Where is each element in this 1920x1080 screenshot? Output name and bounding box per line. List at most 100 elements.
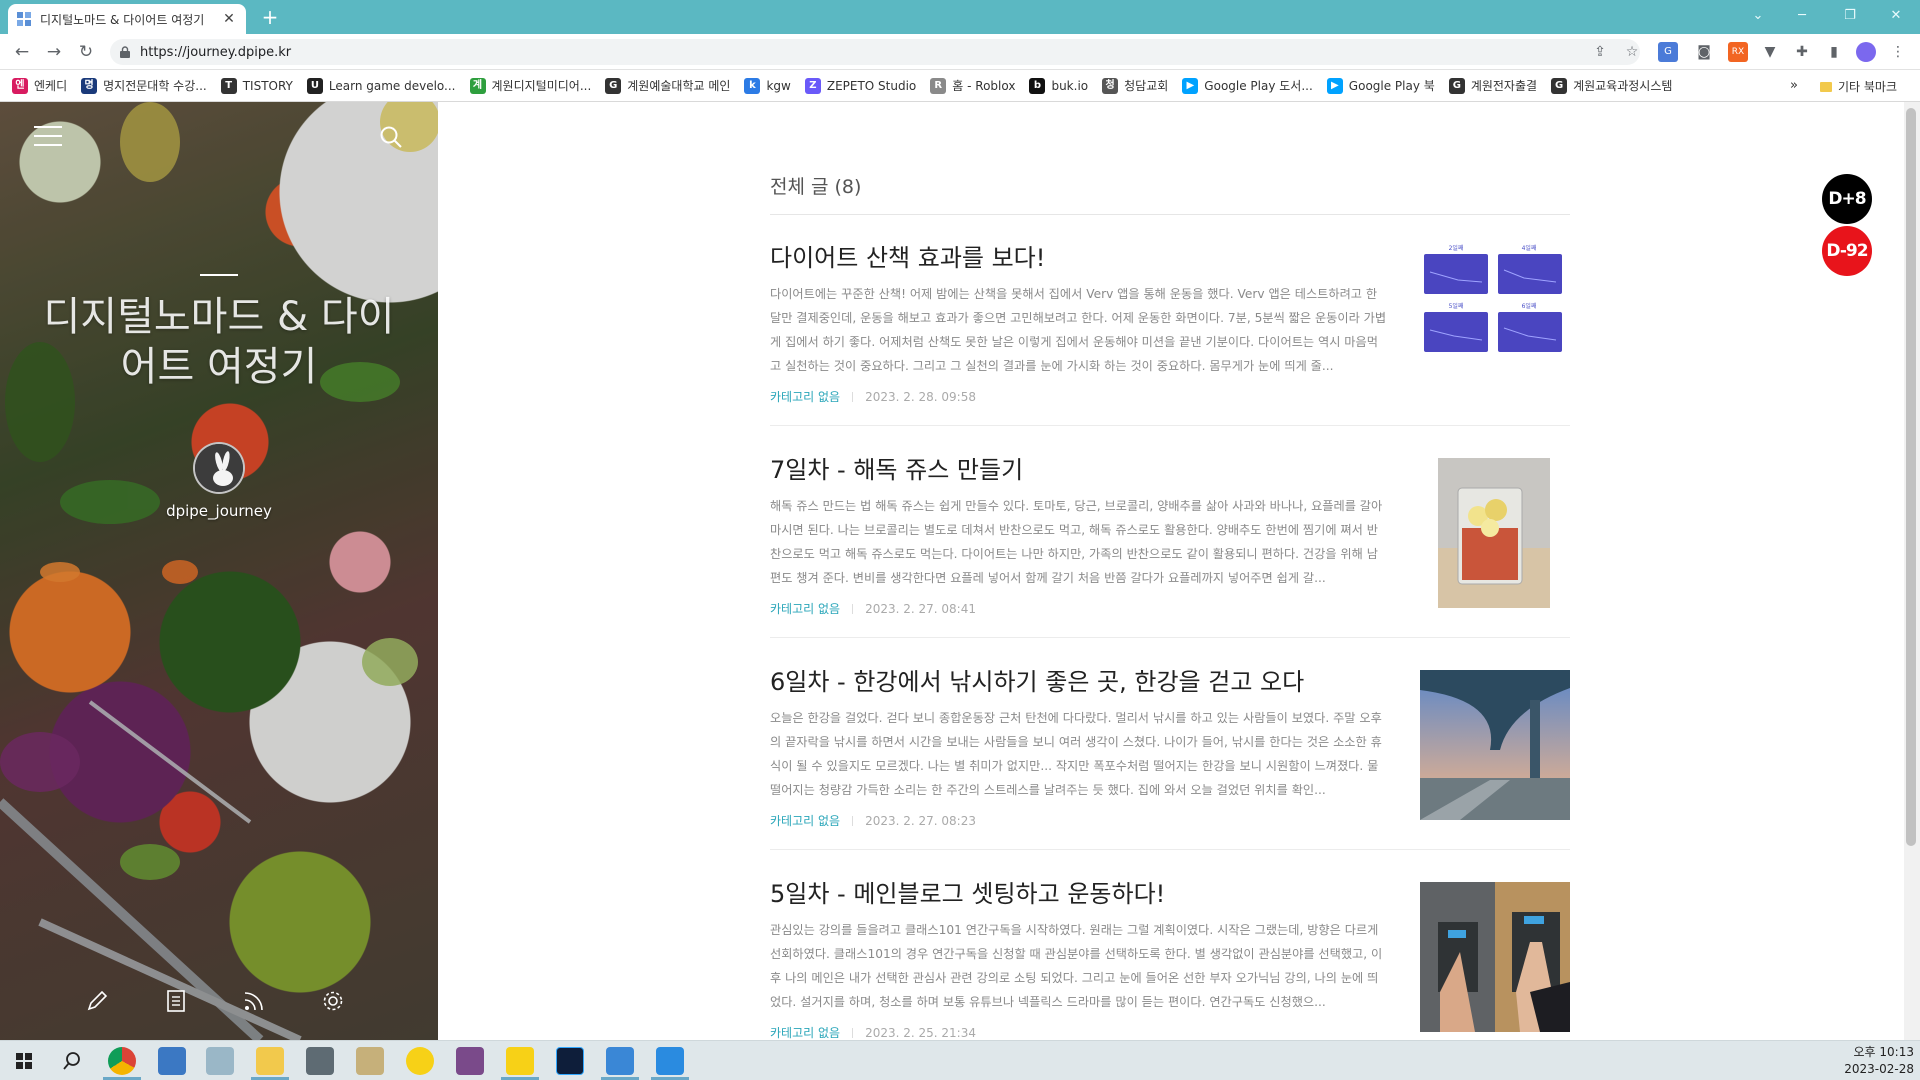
new-tab-button[interactable]: + <box>258 6 282 30</box>
post-category[interactable]: 카테고리 없음 <box>770 1024 840 1040</box>
post-category[interactable]: 카테고리 없음 <box>770 388 840 405</box>
tab-close-icon[interactable]: ✕ <box>220 11 238 27</box>
post-category[interactable]: 카테고리 없음 <box>770 812 840 829</box>
windows-start-icon[interactable] <box>10 1047 38 1075</box>
windows-taskbar: 오후 10:13 2023-02-28 <box>0 1040 1920 1080</box>
kakao-icon[interactable] <box>406 1047 434 1075</box>
post-thumbnail[interactable] <box>1438 458 1550 608</box>
app-icon[interactable] <box>356 1047 384 1075</box>
dday-plus-badge[interactable]: D+8 <box>1822 174 1872 224</box>
url-text: https://journey.dpipe.kr <box>140 44 292 60</box>
other-bookmarks-folder[interactable]: 기타 북마크 <box>1820 78 1897 95</box>
post-title[interactable]: 다이어트 산책 효과를 보다! <box>770 238 1045 273</box>
post-list-header: 전체 글 (8) <box>770 176 862 198</box>
meta-separator <box>852 391 854 402</box>
write-pencil-icon[interactable] <box>84 988 110 1014</box>
bookmark-item[interactable]: 청 청담교회 <box>1102 77 1168 94</box>
post-thumbnail[interactable]: 2일째 4일째 5일째 6일째 <box>1424 242 1570 352</box>
bookmarks-overflow-button[interactable]: » <box>1790 78 1798 93</box>
bookmark-item[interactable]: 계 계원디지털미디어... <box>469 77 591 94</box>
bookmark-item[interactable]: R 홈 - Roblox <box>930 77 1015 94</box>
translate-extension-icon[interactable]: G <box>1658 42 1678 62</box>
photoshop-icon[interactable] <box>556 1047 584 1075</box>
profile-avatar-icon[interactable] <box>1856 42 1876 62</box>
post-item[interactable]: 5일차 - 메인블로그 셋팅하고 운동하다! 관심있는 강의를 들을려고 클래스… <box>770 850 1570 1040</box>
share-icon[interactable]: ⇪ <box>1590 42 1610 62</box>
search-icon[interactable] <box>58 1047 86 1075</box>
tab-search-chevron-icon[interactable]: ⌄ <box>1736 4 1780 28</box>
post-item[interactable]: 7일차 - 해독 쥬스 만들기 해독 쥬스 만드는 법 해독 쥬스는 쉽게 만들… <box>770 426 1570 638</box>
settings-gear-icon[interactable] <box>320 988 346 1014</box>
bookmark-label: 홈 - Roblox <box>952 79 1016 93</box>
minimize-button[interactable]: ─ <box>1780 4 1824 28</box>
system-clock[interactable]: 오후 10:13 2023-02-28 <box>1830 1044 1914 1078</box>
hamburger-menu-icon[interactable] <box>34 126 62 148</box>
photos-icon[interactable] <box>606 1047 634 1075</box>
bookmark-item[interactable]: G 계원교육과정시스템 <box>1551 77 1672 94</box>
outlook-icon[interactable] <box>158 1047 186 1075</box>
browser-tab[interactable]: 디지털노마드 & 다이어트 여정기 ✕ <box>8 4 246 34</box>
bookmark-item[interactable]: 엔 엔케디 <box>12 77 67 94</box>
kebab-menu-icon[interactable]: ⋮ <box>1888 42 1908 62</box>
bookmark-label: buk.io <box>1051 78 1089 93</box>
bookmark-item[interactable]: G 계원예술대학교 메인 <box>605 77 730 94</box>
back-arrow-icon[interactable]: ← <box>10 40 34 64</box>
rx-extension-icon[interactable]: RX <box>1728 42 1748 62</box>
dday-minus-badge[interactable]: D-92 <box>1822 226 1872 276</box>
post-title[interactable]: 5일차 - 메인블로그 셋팅하고 운동하다! <box>770 874 1165 909</box>
bookmark-label: Google Play 북 <box>1348 79 1435 93</box>
scrollbar-thumb[interactable] <box>1906 108 1916 846</box>
restore-button[interactable]: ❐ <box>1828 4 1872 28</box>
bookmark-label: 계원예술대학교 메인 <box>627 79 731 93</box>
thumb-label: 4일째 <box>1522 244 1537 252</box>
kakaotalk-icon[interactable] <box>506 1047 534 1075</box>
rss-feed-icon[interactable] <box>241 988 267 1014</box>
browser-toolbar: ← → ↻ https://journey.dpipe.kr ⇪ ☆ G ◙ R… <box>0 34 1920 70</box>
search-icon[interactable] <box>378 124 404 150</box>
bookmark-label: 청담교회 <box>1124 79 1169 93</box>
bookmark-item[interactable]: 명 명지전문대학 수강... <box>81 77 207 94</box>
chrome-icon[interactable] <box>108 1047 136 1075</box>
post-thumbnail[interactable] <box>1420 670 1570 820</box>
app-icon[interactable] <box>206 1047 234 1075</box>
bookmark-item[interactable]: U Learn game develo... <box>306 77 456 94</box>
bookmark-label: Google Play 도서... <box>1204 79 1313 93</box>
bookmark-label: Learn game develo... <box>328 78 456 93</box>
file-explorer-icon[interactable] <box>256 1047 284 1075</box>
bookmark-item[interactable]: k kgw <box>744 77 791 94</box>
tistory-favicon-icon <box>17 12 31 26</box>
address-bar[interactable]: https://journey.dpipe.kr <box>110 39 1640 65</box>
bookmark-item[interactable]: b buk.io <box>1029 77 1089 94</box>
thumb-label: 6일째 <box>1522 302 1537 310</box>
bookmark-star-icon[interactable]: ☆ <box>1622 42 1642 62</box>
blog-id: dpipe_journey <box>166 502 272 520</box>
side-panel-icon[interactable]: ▮ <box>1824 42 1844 62</box>
post-excerpt: 다이어트에는 꾸준한 산책! 어제 밤에는 산책을 못해서 집에서 Verv 앱… <box>770 287 1387 373</box>
reload-icon[interactable]: ↻ <box>74 40 98 64</box>
bookmark-favicon-icon: T <box>220 77 237 94</box>
vscode-icon[interactable] <box>656 1047 684 1075</box>
post-item[interactable]: 6일차 - 한강에서 낚시하기 좋은 곳, 한강을 걷고 오다 오늘은 한강을 … <box>770 638 1570 850</box>
bookmark-item[interactable]: G 계원전자출결 <box>1448 77 1537 94</box>
bookmark-item[interactable]: ▶ Google Play 도서... <box>1182 77 1313 94</box>
bookmark-item[interactable]: ▶ Google Play 북 <box>1326 77 1435 94</box>
close-window-button[interactable]: ✕ <box>1874 4 1918 28</box>
forward-arrow-icon[interactable]: → <box>42 40 66 64</box>
bookmark-item[interactable]: Z ZEPETO Studio <box>804 77 916 94</box>
post-title[interactable]: 7일차 - 해독 쥬스 만들기 <box>770 450 1023 485</box>
extensions-puzzle-icon[interactable]: ✚ <box>1792 42 1812 62</box>
post-title[interactable]: 6일차 - 한강에서 낚시하기 좋은 곳, 한강을 걷고 오다 <box>770 662 1304 697</box>
bookmark-favicon-icon: Z <box>804 77 821 94</box>
blog-title[interactable]: 디지털노마드 & 다이어트 여정기 <box>30 292 408 392</box>
post-thumbnail[interactable] <box>1420 882 1570 1032</box>
bookmark-item[interactable]: T TISTORY <box>220 77 293 94</box>
clock-time: 오후 10:13 <box>1853 1045 1914 1059</box>
funnel-extension-icon[interactable]: ▼ <box>1760 42 1780 62</box>
camera-extension-icon[interactable]: ◙ <box>1694 42 1714 62</box>
guestbook-icon[interactable] <box>163 988 189 1014</box>
avatar[interactable] <box>193 442 245 494</box>
post-item[interactable]: 다이어트 산책 효과를 보다! 다이어트에는 꾸준한 산책! 어제 밤에는 산책… <box>770 214 1570 426</box>
app-icon[interactable] <box>456 1047 484 1075</box>
calculator-icon[interactable] <box>306 1047 334 1075</box>
post-category[interactable]: 카테고리 없음 <box>770 600 840 617</box>
